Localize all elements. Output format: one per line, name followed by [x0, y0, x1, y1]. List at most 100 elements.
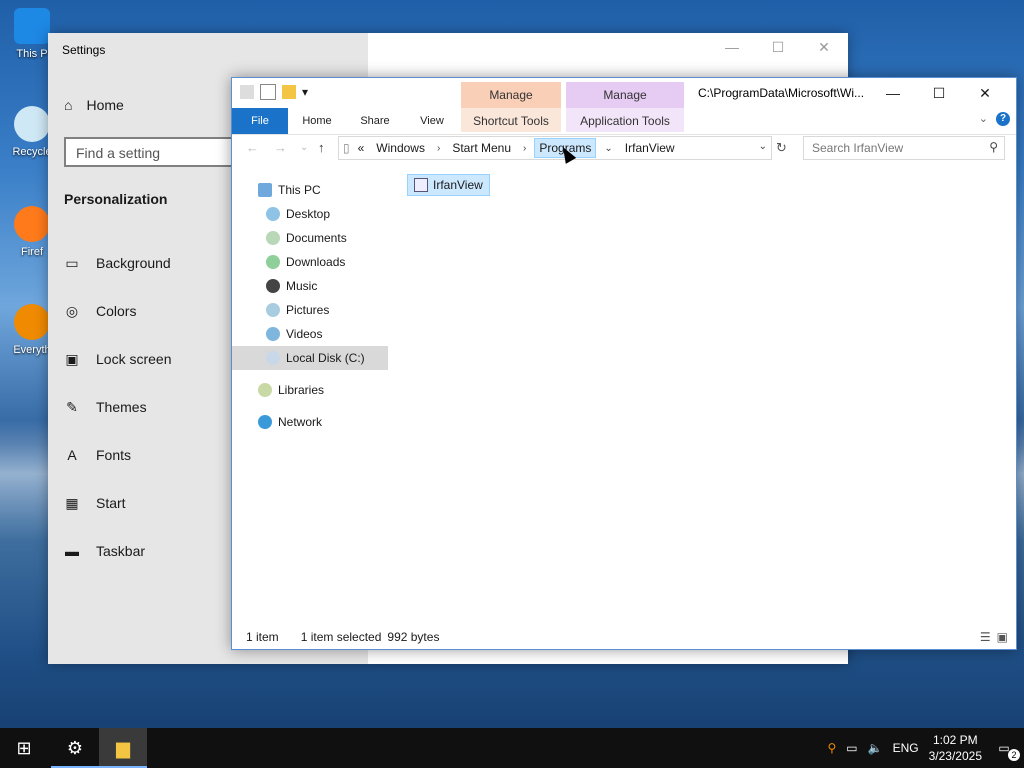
- clock[interactable]: 1:02 PM 3/23/2025: [929, 732, 982, 764]
- ribbon-tab-home[interactable]: Home: [292, 108, 342, 134]
- libraries-icon: [258, 383, 272, 397]
- action-center[interactable]: ▭ 2: [992, 741, 1020, 761]
- address-bar[interactable]: ▯ « Windows › Start Menu › Programs ⌄ Ir…: [338, 136, 772, 160]
- tree-item-label: Documents: [286, 231, 347, 245]
- tree-item-videos[interactable]: Videos: [232, 322, 392, 346]
- tree-item-label: Local Disk (C:): [286, 351, 365, 365]
- ribbon-tab-view[interactable]: View: [408, 108, 456, 134]
- ribbon-tab-application-tools[interactable]: Application Tools: [566, 108, 684, 132]
- ribbon-tab-shortcut-tools[interactable]: Shortcut Tools: [461, 108, 561, 132]
- file-item-label: IrfanView: [433, 178, 483, 192]
- taskbar: ⊞ ⚙ ▆ ⚲ ▭ 🔈 ENG 1:02 PM 3/23/2025 ▭ 2: [0, 728, 1024, 768]
- tree-item-label: Music: [286, 279, 318, 293]
- minimize-icon[interactable]: —: [870, 82, 916, 104]
- search-input[interactable]: Search IrfanView ⚲: [803, 136, 1005, 160]
- ribbon-manage-shortcut-tab[interactable]: Manage: [461, 82, 561, 108]
- tree-item-label: Downloads: [286, 255, 346, 269]
- settings-nav-label: Taskbar: [96, 543, 146, 559]
- start-icon: ▦: [65, 494, 79, 511]
- gear-icon: ⚙: [66, 738, 84, 758]
- new-folder-icon[interactable]: [282, 85, 296, 99]
- breadcrumb-irfanview[interactable]: IrfanView: [621, 139, 679, 157]
- file-item-irfanview[interactable]: IrfanView: [407, 174, 490, 196]
- folder-icon: ▆: [116, 738, 130, 758]
- settings-nav-label: Background: [96, 255, 171, 271]
- settings-nav-themes[interactable]: ✎ Themes: [64, 383, 171, 431]
- customize-qat-icon[interactable]: ▾: [302, 85, 308, 99]
- settings-nav-colors[interactable]: ◎ Colors: [64, 287, 171, 335]
- close-icon[interactable]: ✕: [810, 39, 838, 56]
- tree-item-label: This PC: [278, 183, 321, 197]
- back-icon[interactable]: ←: [246, 140, 259, 155]
- refresh-icon[interactable]: ↻: [776, 140, 787, 156]
- tree-item-label: Network: [278, 415, 323, 429]
- settings-nav-label: Start: [96, 495, 126, 511]
- ribbon-tab-share[interactable]: Share: [350, 108, 400, 134]
- close-icon[interactable]: ✕: [962, 82, 1008, 104]
- breadcrumb-overflow[interactable]: «: [358, 141, 365, 155]
- tree-item-pictures[interactable]: Pictures: [232, 298, 392, 322]
- maximize-icon[interactable]: ☐: [916, 82, 962, 104]
- breadcrumb-start-menu[interactable]: Start Menu: [448, 139, 515, 157]
- large-icons-view-icon[interactable]: ▣: [997, 630, 1008, 644]
- computer-icon: [258, 183, 272, 197]
- ribbon-expand-icon[interactable]: ⌄: [979, 112, 988, 125]
- tree-item-libraries[interactable]: Libraries: [232, 378, 392, 402]
- recent-locations-icon[interactable]: ⌄: [300, 142, 308, 153]
- chevron-right-icon[interactable]: ›: [437, 143, 440, 154]
- drive-icon: [266, 351, 280, 365]
- settings-nav-fonts[interactable]: A Fonts: [64, 431, 171, 479]
- status-selected: 1 item selected: [300, 630, 382, 644]
- videos-icon: [266, 327, 280, 341]
- ribbon-manage-application-tab[interactable]: Manage: [566, 82, 684, 108]
- chevron-down-icon[interactable]: ⌄: [604, 143, 612, 154]
- taskbar-explorer[interactable]: ▆: [99, 728, 147, 768]
- tree-item-documents[interactable]: Documents: [232, 226, 392, 250]
- status-bar: 1 item 1 item selected 992 bytes: [246, 630, 439, 644]
- themes-icon: ✎: [66, 398, 78, 415]
- help-icon[interactable]: ?: [996, 112, 1010, 126]
- recycle-bin-icon: [14, 106, 50, 142]
- explorer-window: ▾ Manage Manage C:\ProgramData\Microsoft…: [231, 77, 1017, 650]
- network-tray-icon[interactable]: ▭: [846, 741, 857, 755]
- minimize-icon[interactable]: —: [718, 39, 746, 56]
- system-tray: ⚲ ▭ 🔈 ENG 1:02 PM 3/23/2025 ▭ 2: [828, 728, 1024, 768]
- maximize-icon[interactable]: ☐: [764, 39, 792, 56]
- taskbar-icon: ▬: [65, 543, 79, 559]
- settings-nav-lock-screen[interactable]: ▣ Lock screen: [64, 335, 171, 383]
- tree-item-music[interactable]: Music: [232, 274, 392, 298]
- everything-tray-icon[interactable]: ⚲: [828, 741, 837, 755]
- navigation-pane: This PC Desktop Documents Downloads Musi…: [232, 178, 392, 434]
- settings-nav-taskbar[interactable]: ▬ Taskbar: [64, 527, 171, 575]
- status-selection: 1 item selected 992 bytes: [301, 630, 440, 644]
- chevron-right-icon[interactable]: ›: [523, 143, 526, 154]
- settings-home[interactable]: ⌂ Home: [64, 97, 124, 113]
- clock-date: 3/23/2025: [928, 749, 982, 763]
- settings-nav-background[interactable]: ▭ Background: [64, 239, 171, 287]
- up-icon[interactable]: ↑: [318, 140, 325, 155]
- desktop-icon-label: Everyth: [13, 344, 51, 356]
- settings-title: Settings: [62, 43, 106, 57]
- volume-icon[interactable]: 🔈: [868, 741, 883, 755]
- properties-icon[interactable]: [260, 84, 276, 100]
- tree-item-network[interactable]: Network: [232, 410, 392, 434]
- forward-icon[interactable]: →: [274, 140, 287, 155]
- tree-item-desktop[interactable]: Desktop: [232, 202, 392, 226]
- address-history-icon[interactable]: ⌄: [759, 141, 767, 152]
- tree-item-this-pc[interactable]: This PC: [232, 178, 392, 202]
- downloads-icon: [266, 255, 280, 269]
- language-indicator[interactable]: ENG: [893, 741, 919, 755]
- settings-nav-label: Colors: [96, 303, 137, 319]
- settings-nav-label: Lock screen: [96, 351, 172, 367]
- breadcrumb-windows[interactable]: Windows: [372, 139, 429, 157]
- settings-nav-start[interactable]: ▦ Start: [64, 479, 171, 527]
- taskbar-settings[interactable]: ⚙: [51, 728, 99, 768]
- tree-item-downloads[interactable]: Downloads: [232, 250, 392, 274]
- start-button[interactable]: ⊞: [0, 728, 48, 768]
- lock-screen-icon: ▣: [65, 350, 79, 367]
- tree-item-local-disk[interactable]: Local Disk (C:): [232, 346, 388, 370]
- details-view-icon[interactable]: ☰: [980, 630, 991, 644]
- tree-item-label: Videos: [286, 327, 323, 341]
- music-icon: [266, 279, 280, 293]
- ribbon-tab-file[interactable]: File: [232, 108, 288, 134]
